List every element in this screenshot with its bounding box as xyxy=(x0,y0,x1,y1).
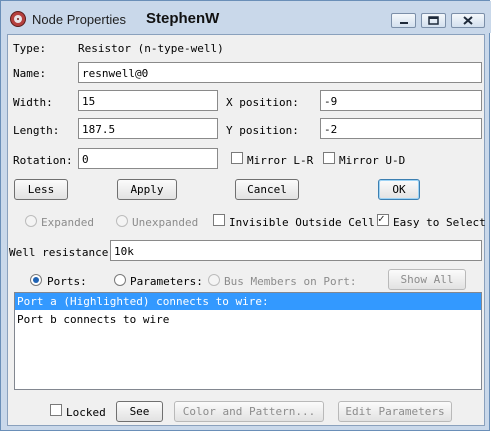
name-field[interactable]: resnwell@0 xyxy=(78,62,482,83)
dialog-body: Type: Resistor (n-type-well) Name: resnw… xyxy=(7,34,486,426)
mirror-lr-checkbox[interactable] xyxy=(231,152,243,164)
app-icon xyxy=(10,11,26,27)
well-resistance-label: Well resistance: xyxy=(9,246,115,259)
less-button[interactable]: Less xyxy=(14,179,68,200)
unexpanded-radio[interactable] xyxy=(116,215,128,227)
x-position-label: X position: xyxy=(226,96,299,109)
apply-button[interactable]: Apply xyxy=(117,179,177,200)
invisible-outside-cell-checkbox[interactable] xyxy=(213,214,225,226)
mirror-ud-label: Mirror U-D xyxy=(339,154,406,167)
type-value: Resistor (n-type-well) xyxy=(78,42,224,55)
rotation-field[interactable]: 0 xyxy=(78,148,218,169)
title-bar: Node Properties StephenW xyxy=(1,1,491,33)
ports-radio[interactable] xyxy=(30,274,42,286)
minimize-icon[interactable] xyxy=(391,13,416,28)
expanded-radio[interactable] xyxy=(25,215,37,227)
bus-members-radio-label: Bus Members on Port: xyxy=(224,275,357,288)
cancel-button[interactable]: Cancel xyxy=(235,179,299,200)
list-item[interactable]: Port b connects to wire xyxy=(15,311,481,328)
show-all-button[interactable]: Show All xyxy=(388,269,466,290)
x-position-field[interactable]: -9 xyxy=(320,90,482,111)
length-label: Length: xyxy=(13,124,60,137)
bus-members-radio[interactable] xyxy=(208,274,220,286)
y-position-label: Y position: xyxy=(226,124,299,137)
rotation-label: Rotation: xyxy=(13,154,73,167)
user-name: StephenW xyxy=(146,10,220,27)
parameters-radio-label: Parameters: xyxy=(130,275,203,288)
easy-to-select-checkbox[interactable] xyxy=(377,212,389,226)
edit-parameters-button[interactable]: Edit Parameters xyxy=(338,401,452,422)
see-button[interactable]: See xyxy=(116,401,163,422)
mirror-lr-label: Mirror L-R xyxy=(247,154,314,167)
ports-radio-label: Ports: xyxy=(47,275,87,288)
unexpanded-label: Unexpanded xyxy=(132,216,199,229)
invisible-outside-cell-label: Invisible Outside Cell xyxy=(229,216,375,229)
name-label: Name: xyxy=(13,67,47,80)
window-title: Node Properties xyxy=(32,12,126,27)
locked-label: Locked xyxy=(66,406,106,419)
locked-checkbox[interactable] xyxy=(50,404,62,416)
maximize-icon[interactable] xyxy=(421,13,446,28)
well-resistance-field[interactable]: 10k xyxy=(110,240,482,261)
node-properties-window: Node Properties StephenW Type: Resistor … xyxy=(0,0,491,431)
type-label: Type: xyxy=(13,42,47,55)
mirror-ud-checkbox[interactable] xyxy=(323,152,335,164)
ports-list[interactable]: Port a (Highlighted) connects to wire: P… xyxy=(14,292,482,390)
ok-button[interactable]: OK xyxy=(378,179,420,200)
parameters-radio[interactable] xyxy=(114,274,126,286)
y-position-field[interactable]: -2 xyxy=(320,118,482,139)
list-item[interactable]: Port a (Highlighted) connects to wire: xyxy=(15,293,481,310)
width-field[interactable]: 15 xyxy=(78,90,218,111)
width-label: Width: xyxy=(13,96,53,109)
length-field[interactable]: 187.5 xyxy=(78,118,218,139)
close-icon[interactable] xyxy=(451,13,485,28)
expanded-label: Expanded xyxy=(41,216,94,229)
color-and-pattern-button[interactable]: Color and Pattern... xyxy=(174,401,324,422)
easy-to-select-label: Easy to Select xyxy=(393,216,486,229)
